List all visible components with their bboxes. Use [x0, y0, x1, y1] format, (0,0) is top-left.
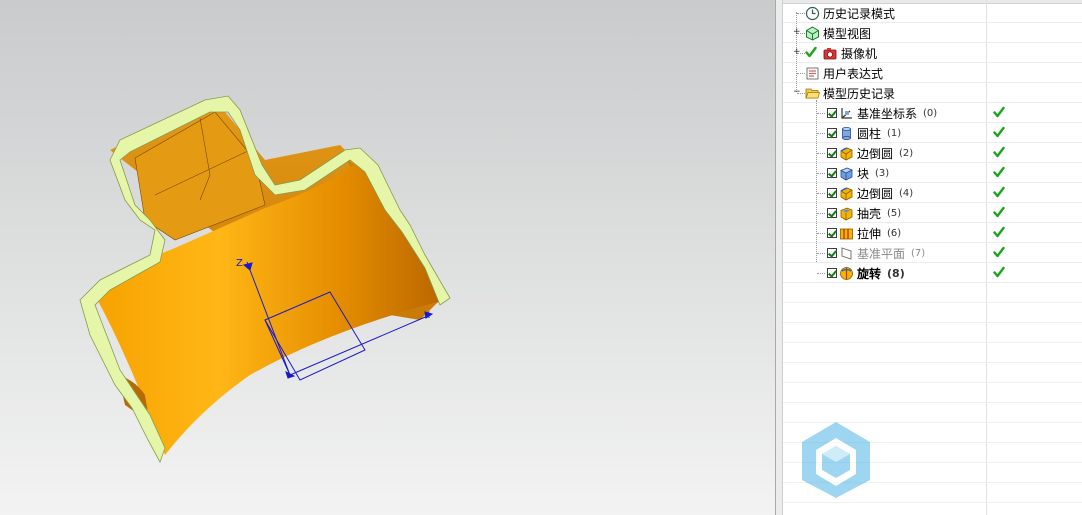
up-to-date-check-icon: [993, 126, 1005, 138]
tree-connector: [817, 133, 825, 134]
up-to-date-check-icon: [993, 266, 1005, 278]
up-to-date-check-icon: [993, 186, 1005, 198]
feature-checkbox[interactable]: [827, 108, 837, 118]
axis-x-label: X: [424, 311, 430, 321]
feature-number: (6): [887, 227, 902, 239]
camera-icon: [823, 46, 838, 61]
tree-connector: [817, 173, 825, 174]
expand-icon[interactable]: +: [793, 28, 801, 37]
feature-row[interactable]: 边倒圆 (2): [783, 143, 1082, 163]
empty-row: [783, 283, 1082, 303]
feature-checkbox[interactable]: [827, 208, 837, 218]
feature-row[interactable]: 基准平面 (7): [783, 243, 1082, 263]
panel-splitter[interactable]: [775, 0, 783, 515]
node-label: 边倒圆: [857, 146, 894, 161]
up-to-date-check-icon: [993, 206, 1005, 218]
feature-checkbox[interactable]: [827, 268, 837, 278]
empty-row: [783, 363, 1082, 383]
node-label: 拉伸: [857, 226, 882, 241]
tree-connector: [817, 193, 825, 194]
tree-connector: [817, 113, 825, 114]
empty-row: [783, 303, 1082, 323]
block-icon: [839, 166, 854, 181]
node-label: 圆柱: [857, 126, 882, 141]
node-label: 基准平面: [857, 246, 906, 261]
navigator-node[interactable]: 用户表达式: [783, 63, 1082, 83]
tree-connector: [817, 213, 825, 214]
feature-number: (1): [887, 127, 902, 139]
part-model[interactable]: Z X: [0, 0, 775, 515]
cylinder-icon: [839, 126, 854, 141]
feature-row[interactable]: 抽壳 (5): [783, 203, 1082, 223]
datum-csys-icon: [839, 106, 854, 121]
clock-icon: [805, 6, 820, 21]
up-to-date-check-icon: [993, 166, 1005, 178]
feature-checkbox[interactable]: [827, 228, 837, 238]
tree-connector: [797, 13, 805, 14]
node-label: 块: [857, 166, 870, 181]
feature-number: (7): [911, 247, 926, 259]
node-label: 抽壳: [857, 206, 882, 221]
feature-number: (3): [875, 167, 890, 179]
graphics-viewport[interactable]: Z X: [0, 0, 775, 515]
tree-connector: [817, 153, 825, 154]
feature-checkbox[interactable]: [827, 188, 837, 198]
feature-checkbox[interactable]: [827, 148, 837, 158]
up-to-date-check-icon: [993, 106, 1005, 118]
empty-row: [783, 323, 1082, 343]
feature-number: (4): [899, 187, 914, 199]
up-to-date-check-icon: [993, 226, 1005, 238]
navigator-node[interactable]: 历史记录模式: [783, 3, 1082, 23]
feature-checkbox[interactable]: [827, 128, 837, 138]
checkmark-icon: [805, 46, 820, 61]
empty-row: [783, 383, 1082, 403]
feature-number: (2): [899, 147, 914, 159]
feature-row[interactable]: 基准坐标系 (0): [783, 103, 1082, 123]
watermark-logo-icon: [802, 422, 870, 498]
feature-row[interactable]: 拉伸 (6): [783, 223, 1082, 243]
node-label: 模型历史记录: [823, 86, 896, 101]
node-label: 边倒圆: [857, 186, 894, 201]
navigator-node[interactable]: + 模型视图: [783, 23, 1082, 43]
navigator-node[interactable]: − 模型历史记录: [783, 83, 1082, 103]
feature-number: (0): [923, 107, 938, 119]
edge-blend-icon: [839, 186, 854, 201]
feature-checkbox[interactable]: [827, 168, 837, 178]
axis-z-label: Z: [236, 258, 243, 269]
edge-blend-icon: [839, 146, 854, 161]
tree-connector: [797, 73, 805, 74]
up-to-date-check-icon: [993, 246, 1005, 258]
datum-plane-icon: [839, 246, 854, 261]
feature-number: (8): [887, 266, 905, 280]
navigator-node[interactable]: + 摄像机: [783, 43, 1082, 63]
node-label: 用户表达式: [823, 66, 884, 81]
feature-row[interactable]: 圆柱 (1): [783, 123, 1082, 143]
node-label: 摄像机: [841, 46, 878, 61]
folder-open-icon: [805, 86, 821, 101]
feature-row[interactable]: 边倒圆 (4): [783, 183, 1082, 203]
empty-row: [783, 503, 1082, 515]
up-to-date-check-icon: [993, 146, 1005, 158]
empty-row: [783, 343, 1082, 363]
node-label: 基准坐标系: [857, 106, 918, 121]
model-view-icon: [805, 25, 820, 41]
feature-number: (5): [887, 207, 902, 219]
node-label: 历史记录模式: [823, 6, 896, 21]
node-label: 模型视图: [823, 26, 872, 41]
feature-row[interactable]: 旋转 (8): [783, 263, 1082, 283]
node-label: 旋转: [857, 266, 882, 281]
tree-connector: [817, 253, 825, 254]
tree-connector: [817, 233, 825, 234]
revolve-icon: [839, 266, 854, 281]
expression-icon: [805, 66, 820, 81]
feature-checkbox[interactable]: [827, 248, 837, 258]
feature-row[interactable]: 块 (3): [783, 163, 1082, 183]
tree-connector: [817, 273, 825, 274]
shell-icon: [839, 206, 854, 221]
collapse-icon[interactable]: −: [793, 88, 801, 97]
extrude-icon: [839, 226, 854, 241]
expand-icon[interactable]: +: [793, 48, 801, 57]
